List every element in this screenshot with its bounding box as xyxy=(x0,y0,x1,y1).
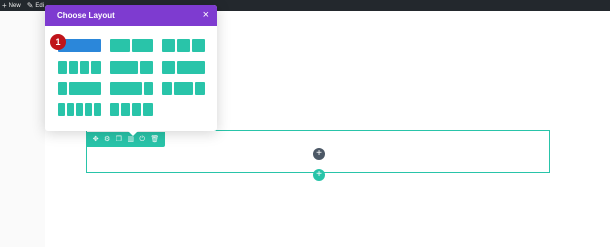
trash-icon[interactable]: 🗑 xyxy=(150,136,159,143)
modal-title: Choose Layout xyxy=(57,11,115,20)
layout-option-8[interactable] xyxy=(110,82,153,95)
layout-option-7[interactable] xyxy=(58,82,101,95)
page-gutter xyxy=(0,11,45,247)
layout-option-6[interactable] xyxy=(162,61,205,74)
power-icon[interactable]: ⏻ xyxy=(139,136,145,143)
edit-label: Edi xyxy=(35,2,45,9)
move-icon[interactable]: ✥ xyxy=(93,136,99,143)
add-module-button[interactable]: + xyxy=(313,148,325,160)
new-label: New xyxy=(8,2,21,9)
row-toolbar: ✥ ⚙ ❐ ▥ ⏻ 🗑 xyxy=(87,132,165,147)
layout-option-4[interactable] xyxy=(58,61,101,74)
pencil-icon: ✎ xyxy=(26,0,34,10)
layout-option-10[interactable] xyxy=(58,103,101,116)
duplicate-icon[interactable]: ❐ xyxy=(116,136,122,143)
modal-pointer xyxy=(127,130,139,136)
settings-icon[interactable]: ⚙ xyxy=(104,136,110,143)
layout-option-2[interactable] xyxy=(110,39,153,52)
layout-option-11[interactable] xyxy=(110,103,153,116)
columns-icon[interactable]: ▥ xyxy=(127,136,134,143)
new-menu[interactable]: + New xyxy=(2,0,21,10)
modal-header: Choose Layout × xyxy=(45,5,217,26)
plus-icon: + xyxy=(2,0,7,10)
close-icon[interactable]: × xyxy=(203,8,209,22)
step-badge: 1 xyxy=(50,34,66,50)
layout-option-5[interactable] xyxy=(110,61,153,74)
layout-option-3[interactable] xyxy=(162,39,205,52)
add-row-button[interactable]: + xyxy=(313,169,325,181)
layout-option-9[interactable] xyxy=(162,82,205,95)
edit-menu[interactable]: ✎ Edi xyxy=(26,0,45,10)
